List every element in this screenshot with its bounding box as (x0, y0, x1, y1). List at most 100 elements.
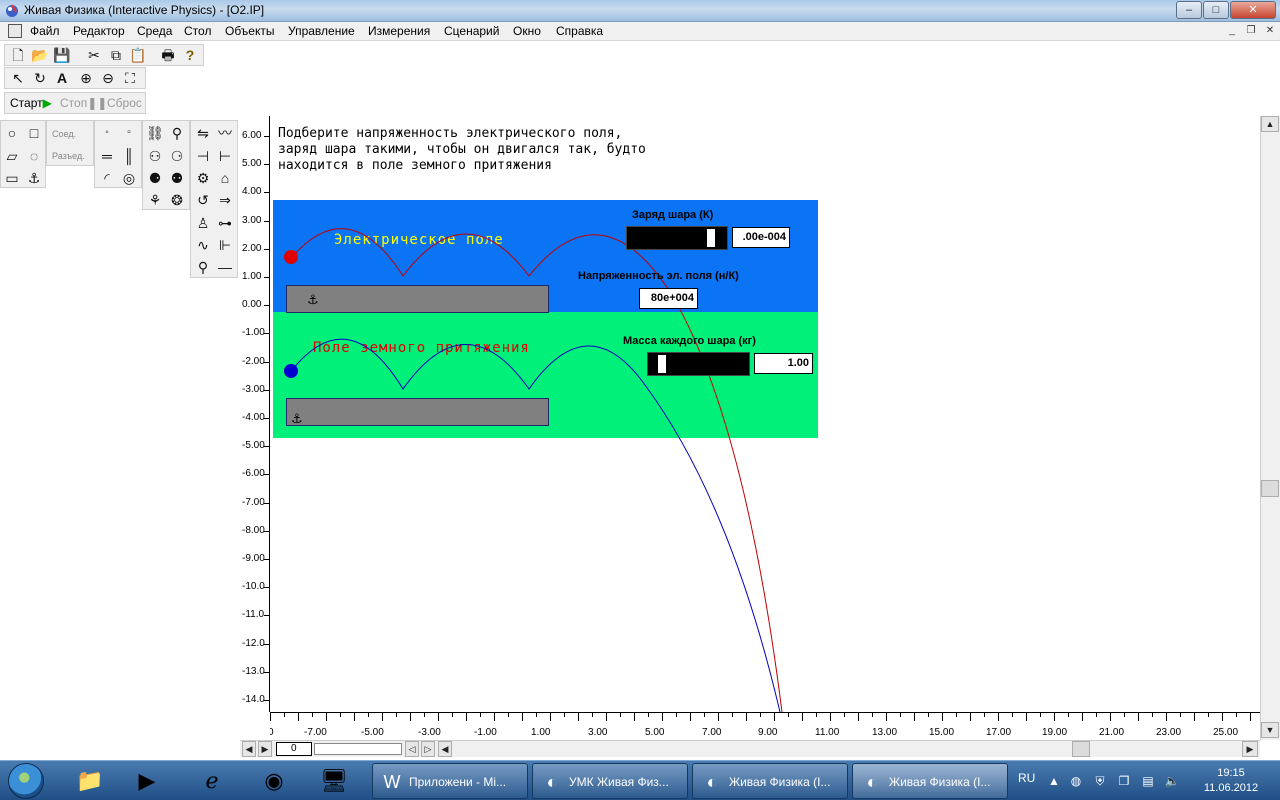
clock[interactable]: 19:15 11.06.2012 (1198, 766, 1264, 796)
zoom-in-icon[interactable]: ⊕ (77, 69, 95, 87)
security-tray-icon[interactable]: ⛨ (1092, 773, 1108, 789)
rectangle-tool-icon[interactable]: □ (24, 123, 44, 143)
print-icon[interactable]: 🖶 (159, 46, 177, 64)
media-player-icon[interactable]: ▶ (121, 763, 173, 799)
join-button[interactable]: Соед. (52, 129, 76, 139)
minimize-button[interactable]: – (1176, 1, 1202, 19)
vertical-scrollbar[interactable]: ▲ ▼ (1260, 116, 1280, 740)
menu-environment[interactable]: Среда (137, 24, 172, 38)
menu-help[interactable]: Справка (556, 24, 603, 38)
language-indicator[interactable]: RU (1018, 771, 1035, 785)
mdi-close-button[interactable]: ✕ (1262, 25, 1278, 39)
charge-slider-thumb[interactable] (706, 228, 716, 248)
rod-icon[interactable]: ⊶ (215, 213, 235, 233)
explorer-icon[interactable]: 📁 (64, 763, 116, 799)
field-strength-value-field[interactable]: 80e+004 (639, 288, 698, 309)
pulley-icon[interactable]: ⌂ (215, 168, 235, 188)
close-button[interactable]: ✕ (1230, 1, 1276, 19)
menu-control[interactable]: Управление (288, 24, 355, 38)
keyed-pin-icon[interactable]: ⚲ (167, 123, 187, 143)
menu-window[interactable]: Окно (513, 24, 541, 38)
pointer-icon[interactable]: ↖ (9, 69, 27, 87)
circle-slot-icon[interactable]: ◎ (119, 168, 139, 188)
motor-icon[interactable]: ⚲ (193, 257, 213, 277)
paste-icon[interactable]: 📋 (129, 46, 147, 64)
horizontal-slot-icon[interactable]: ═ (97, 146, 117, 166)
zoom-fit-icon[interactable]: ⛶ (121, 69, 139, 87)
linear-damper-icon[interactable]: ⊢ (215, 146, 235, 166)
frame-back-icon[interactable]: ▶ (258, 741, 272, 757)
closed-slot-icon[interactable]: ⚉ (167, 168, 187, 188)
frame-counter[interactable]: 0 (276, 742, 312, 756)
gear-icon[interactable]: ⚙ (193, 168, 213, 188)
mdi-minimize-button[interactable]: _ (1224, 25, 1240, 39)
square-point-icon[interactable]: ▫ (119, 123, 139, 143)
taskbar-button-umk[interactable]: ◐ УМК Живая Физ... (532, 763, 688, 799)
circle-tool-icon[interactable]: ○ (2, 123, 22, 143)
mass-value-field[interactable]: 1.00 (754, 353, 813, 374)
new-file-icon[interactable]: 🗋 (9, 46, 27, 64)
keyed-slot-icon[interactable]: ⚆ (167, 146, 187, 166)
charge-slider[interactable] (626, 226, 728, 250)
separator-icon[interactable]: ⊩ (215, 235, 235, 255)
spring-icon[interactable]: ⇋ (193, 123, 213, 143)
scroll-left-icon[interactable]: ◀ (242, 741, 256, 757)
scroll-right-icon[interactable]: ▶ (1242, 741, 1258, 757)
pin-joint-icon[interactable]: ⛓ (145, 123, 165, 143)
browser-tray-icon[interactable]: ◍ (1068, 773, 1084, 789)
scroll-up-icon[interactable]: ▲ (1261, 116, 1279, 132)
curve-tool-icon[interactable]: ◌ (24, 146, 44, 166)
curved-slot-icon[interactable]: ◜ (97, 168, 117, 188)
force-icon[interactable]: ⇒ (215, 190, 235, 210)
start-button[interactable] (8, 763, 44, 799)
copy-icon[interactable]: ⧉ (107, 46, 125, 64)
chrome-icon[interactable]: ◉ (248, 763, 300, 799)
anchor-tool-icon[interactable]: ⚓ (24, 168, 44, 188)
stop-button[interactable]: Стоп❚❚ (60, 96, 107, 110)
spiral-icon[interactable]: ❂ (167, 190, 187, 210)
point-element-icon[interactable]: ◦ (97, 123, 117, 143)
vertical-scroll-thumb[interactable] (1261, 480, 1279, 497)
linear-spring-icon[interactable]: 〰 (215, 123, 235, 143)
electric-plate[interactable]: ⚓ (286, 285, 549, 313)
remote-desktop-icon[interactable]: 🖥 (308, 763, 360, 799)
show-hidden-icons-icon[interactable]: ▲ (1046, 773, 1062, 789)
horizontal-scrollbar[interactable]: ◀ ▶ 0 ◁ ▷ ◀ ▶ (240, 740, 1260, 757)
volume-icon[interactable]: 🔈 (1164, 773, 1180, 789)
menu-table[interactable]: Стол (184, 24, 211, 38)
clipboard-tray-icon[interactable]: ❐ (1116, 773, 1132, 789)
line-icon[interactable]: — (215, 257, 235, 277)
actuator-icon[interactable]: ♙ (193, 213, 213, 233)
curved-joint-icon[interactable]: ⚈ (145, 168, 165, 188)
mass-slider-thumb[interactable] (657, 354, 667, 374)
step-back-icon[interactable]: ◁ (405, 741, 419, 757)
scroll-left-icon[interactable]: ◀ (438, 741, 452, 757)
taskbar-button-physics-2[interactable]: ◐ Живая Физика (I... (852, 763, 1008, 799)
damper-icon[interactable]: ⊣ (193, 146, 213, 166)
rope-icon[interactable]: ∿ (193, 235, 213, 255)
vertical-slot-icon[interactable]: ║ (119, 146, 139, 166)
torque-icon[interactable]: ↺ (193, 190, 213, 210)
help-icon[interactable]: ? (181, 46, 199, 64)
mass-slider[interactable] (647, 352, 750, 376)
maximize-button[interactable]: □ (1203, 1, 1229, 19)
document-icon[interactable] (8, 24, 22, 38)
menu-measurements[interactable]: Измерения (368, 24, 430, 38)
reset-button[interactable]: Сброс (107, 96, 142, 110)
polygon-tool-icon[interactable]: ▱ (2, 146, 22, 166)
square-tool-icon[interactable]: ▭ (2, 168, 22, 188)
start-button[interactable]: Старт▶ (10, 96, 52, 110)
rigid-joint-icon[interactable]: ⚇ (145, 146, 165, 166)
scroll-down-icon[interactable]: ▼ (1261, 722, 1279, 738)
menu-file[interactable]: Файл (30, 24, 60, 38)
charge-value-field[interactable]: .00e-004 (732, 227, 790, 248)
red-ball[interactable] (284, 250, 298, 264)
curve-joint-icon[interactable]: ⚘ (145, 190, 165, 210)
menu-edit[interactable]: Редактор (73, 24, 125, 38)
text-tool-icon[interactable]: A (53, 69, 71, 87)
internet-explorer-icon[interactable]: ℯ (186, 763, 238, 799)
menu-script[interactable]: Сценарий (444, 24, 499, 38)
horizontal-scroll-thumb[interactable] (1072, 741, 1090, 757)
taskbar-button-word[interactable]: W Приложени - Mi... (372, 763, 528, 799)
rotate-icon[interactable]: ↻ (31, 69, 49, 87)
